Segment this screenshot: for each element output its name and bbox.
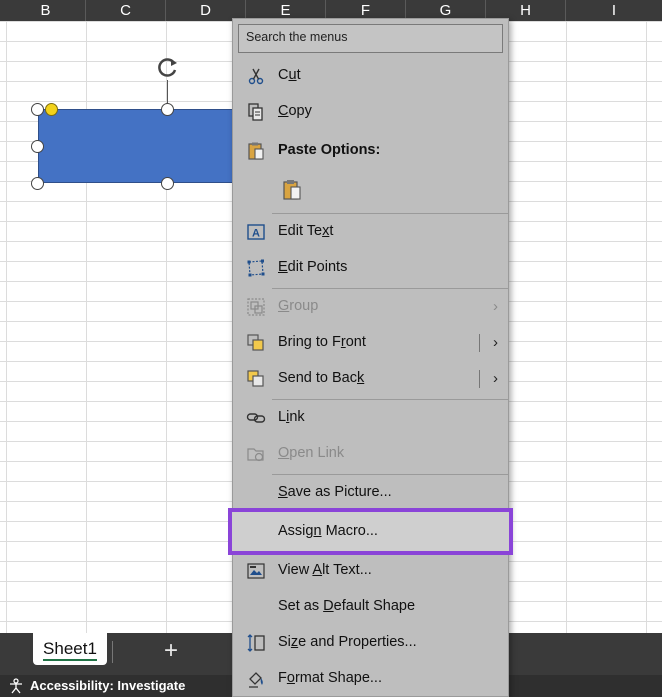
column-header-b[interactable]: B [6, 0, 86, 21]
tab-divider [112, 641, 113, 663]
rectangle-shape[interactable] [38, 109, 238, 183]
search-menus-input[interactable]: Search the menus [238, 24, 503, 53]
size-properties-icon [247, 634, 265, 652]
sheet-tab-sheet1[interactable]: Sheet1 [33, 633, 107, 665]
clipboard-icon [248, 142, 264, 160]
resize-handle-bottom-left[interactable] [31, 177, 44, 190]
menu-item-label: View Alt Text... [278, 562, 372, 578]
menu-item-label: Format Shape... [278, 670, 382, 686]
menu-item-open-link[interactable]: Open Link [233, 436, 508, 472]
menu-item-edit-text[interactable]: A Edit Text [233, 214, 508, 250]
menu-item-label: Group [278, 298, 319, 314]
column-header-c[interactable]: C [86, 0, 166, 21]
chevron-right-icon: › [493, 298, 498, 315]
menu-item-cut[interactable]: Cut [233, 58, 508, 94]
submenu-divider [479, 370, 480, 388]
accessibility-icon [10, 678, 22, 694]
menu-item-label: Edit Points [278, 259, 348, 275]
send-to-back-icon [247, 370, 264, 387]
menu-item-size-and-properties[interactable]: Size and Properties... [233, 625, 508, 661]
chevron-right-icon[interactable]: › [493, 370, 498, 387]
menu-item-label: Assign Macro... [278, 523, 378, 539]
svg-text:A: A [252, 228, 260, 240]
column-header-i[interactable]: I [566, 0, 662, 21]
resize-handle-left[interactable] [31, 140, 44, 153]
active-tab-underline [43, 659, 97, 661]
menu-item-edit-points[interactable]: Edit Points [233, 250, 508, 286]
rotate-icon[interactable] [155, 55, 181, 81]
paste-keep-formatting-icon[interactable] [281, 178, 303, 202]
open-link-icon [247, 448, 264, 462]
format-shape-icon [249, 672, 263, 688]
menu-item-label: Send to Back [278, 370, 365, 386]
menu-item-label: Size and Properties... [278, 634, 417, 650]
adjust-handle[interactable] [45, 103, 58, 116]
group-icon [247, 298, 265, 316]
menu-item-label: Cut [278, 67, 301, 83]
menu-item-label: Save as Picture... [278, 484, 392, 500]
menu-item-group[interactable]: Group › [233, 289, 508, 325]
menu-item-set-default-shape[interactable]: Set as Default Shape [233, 589, 508, 625]
menu-item-label: Copy [278, 103, 312, 119]
menu-item-label: Link [278, 409, 305, 425]
menu-item-paste-options: Paste Options: [233, 133, 508, 169]
menu-item-format-shape[interactable]: Format Shape... [233, 661, 508, 697]
submenu-divider [479, 334, 480, 352]
menu-item-label: Bring to Front [278, 334, 366, 350]
alt-text-icon [247, 563, 265, 579]
resize-handle-bottom[interactable] [161, 177, 174, 190]
menu-item-send-to-back[interactable]: Send to Back › [233, 361, 508, 397]
bring-to-front-icon [247, 334, 264, 351]
menu-item-label: Set as Default Shape [278, 598, 416, 614]
menu-item-view-alt-text[interactable]: View Alt Text... [233, 553, 508, 589]
menu-item-label: Open Link [278, 445, 345, 461]
menu-item-label: Edit Text [278, 223, 334, 239]
menu-item-link[interactable]: Link [233, 400, 508, 436]
menu-item-copy[interactable]: Copy [233, 94, 508, 130]
edit-text-icon: A [247, 224, 265, 240]
scissors-icon [248, 68, 264, 85]
sheet-tab-label: Sheet1 [43, 639, 97, 658]
add-sheet-button[interactable]: + [160, 639, 182, 663]
edit-points-icon [247, 259, 265, 277]
accessibility-status[interactable]: Accessibility: Investigate [30, 678, 185, 693]
resize-handle-top[interactable] [161, 103, 174, 116]
menu-item-bring-to-front[interactable]: Bring to Front › [233, 325, 508, 361]
menu-item-save-as-picture[interactable]: Save as Picture... [233, 475, 508, 511]
link-icon [246, 413, 266, 423]
resize-handle-top-left[interactable] [31, 103, 44, 116]
chevron-right-icon[interactable]: › [493, 334, 498, 351]
menu-item-assign-macro[interactable]: Assign Macro... [233, 514, 508, 550]
copy-icon [248, 103, 263, 121]
menu-item-label: Paste Options: [278, 142, 381, 158]
